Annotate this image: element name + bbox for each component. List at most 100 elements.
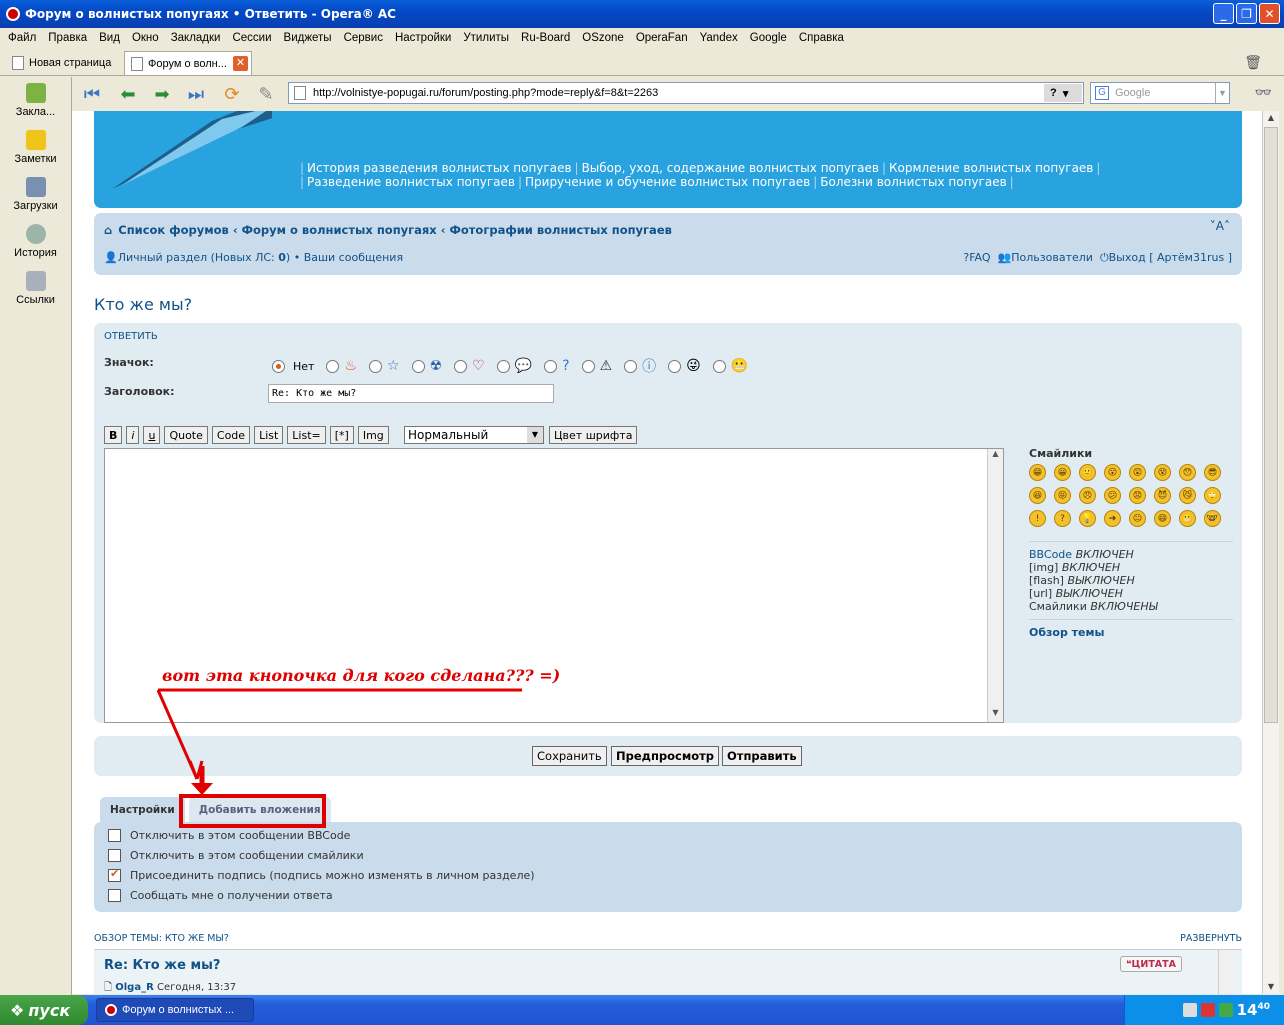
menu-item[interactable]: Утилиты xyxy=(457,32,515,44)
smiley-icon[interactable]: ! xyxy=(1029,510,1046,527)
smiley-icon[interactable]: 😠 xyxy=(1079,487,1096,504)
textarea-scrollbar[interactable]: ▲ ▼ xyxy=(987,449,1003,722)
tray-icon[interactable] xyxy=(1182,1003,1197,1017)
menu-item[interactable]: Вид xyxy=(93,32,126,44)
reload-icon[interactable]: ⟳ xyxy=(220,83,244,105)
radio-button[interactable] xyxy=(272,359,285,373)
glasses-icon[interactable]: 👓 xyxy=(1255,85,1272,101)
header-link[interactable]: Разведение волнистых попугаев xyxy=(307,175,515,189)
sidebar-item-history[interactable]: История xyxy=(0,224,71,265)
icon-option-grin[interactable]: 😬 xyxy=(712,358,748,374)
checkbox[interactable] xyxy=(108,867,121,882)
smiley-icon[interactable]: 🙂 xyxy=(1079,464,1096,481)
quote-button[interactable]: ❝ЦИТАТА xyxy=(1119,956,1182,972)
font-size-control[interactable]: ˅A˄ xyxy=(1210,219,1230,233)
icon-option-smile[interactable]: 😜 xyxy=(668,358,701,374)
menu-item[interactable]: OSzone xyxy=(576,32,630,44)
users-link[interactable]: Пользователи xyxy=(1011,251,1093,264)
smiley-icon[interactable]: 💡 xyxy=(1079,510,1096,527)
icon-option-star[interactable]: ☆ xyxy=(369,358,400,374)
taskbar-item-opera[interactable]: Форум о волнистых ... xyxy=(96,998,254,1022)
tab-forum[interactable]: Форум о волн... ✕ xyxy=(124,51,252,75)
close-tab-icon[interactable]: ✕ xyxy=(233,56,248,71)
save-button[interactable]: Сохранить xyxy=(532,746,607,766)
smiley-icon[interactable]: 😬 xyxy=(1179,510,1196,527)
rewind-icon[interactable]: ⏮ xyxy=(80,83,104,105)
smiley-icon[interactable]: 🤓 xyxy=(1204,510,1221,527)
ucp-link[interactable]: Личный раздел (Новых ЛС: 0) xyxy=(118,251,291,264)
option-disable-smilies[interactable]: Отключить в этом сообщении смайлики xyxy=(108,849,364,862)
font-color-button[interactable]: Цвет шрифта xyxy=(549,426,638,444)
img-button[interactable]: Img xyxy=(357,426,389,444)
icon-option-heart[interactable]: ♡ xyxy=(454,358,485,374)
post-author[interactable]: Olga_R xyxy=(115,982,154,993)
smiley-icon[interactable]: 🙄 xyxy=(1204,487,1221,504)
menu-item[interactable]: Google xyxy=(744,32,793,44)
search-field[interactable]: G Google ▼ xyxy=(1090,82,1230,104)
topic-overview-link[interactable]: Обзор темы xyxy=(1029,619,1233,639)
smiley-icon[interactable]: 😈 xyxy=(1154,487,1171,504)
breadcrumb-photos[interactable]: Фотографии волнистых попугаев xyxy=(449,223,671,237)
list-button[interactable]: List xyxy=(254,426,284,444)
smiley-icon[interactable]: 😼 xyxy=(1179,487,1196,504)
scroll-up-icon[interactable]: ▲ xyxy=(1263,111,1279,125)
faq-link[interactable]: FAQ xyxy=(969,251,990,264)
smiley-icon[interactable]: ➜ xyxy=(1104,510,1121,527)
sidebar-item-downloads[interactable]: Загрузки xyxy=(0,177,71,218)
icon-option-fire[interactable]: ♨ xyxy=(326,358,357,374)
italic-button[interactable]: i xyxy=(126,426,140,444)
smiley-icon[interactable]: 😁 xyxy=(1029,464,1046,481)
tab-settings[interactable]: Настройки xyxy=(100,797,185,823)
smiley-icon[interactable]: 😆 xyxy=(1029,487,1046,504)
menu-item[interactable]: Настройки xyxy=(389,32,457,44)
smiley-icon[interactable]: 😵 xyxy=(1154,464,1171,481)
header-link[interactable]: Кормление волнистых попугаев xyxy=(889,161,1093,175)
icon-option-warning[interactable]: ⚠ xyxy=(581,358,612,374)
icon-option-speech[interactable]: 💬 xyxy=(496,358,532,374)
header-link[interactable]: Болезни волнистых попугаев xyxy=(820,175,1006,189)
scroll-thumb[interactable] xyxy=(1264,127,1278,723)
edit-icon[interactable]: ✎ xyxy=(254,83,278,105)
icon-option-question[interactable]: ? xyxy=(544,358,570,374)
minimize-button[interactable]: _ xyxy=(1213,3,1234,24)
menu-item[interactable]: Yandex xyxy=(694,32,744,44)
underline-button[interactable]: u xyxy=(143,426,161,444)
checkbox[interactable] xyxy=(108,849,121,862)
chevron-down-icon[interactable]: ▼ xyxy=(1215,83,1229,103)
font-size-select[interactable]: Нормальный ▼ xyxy=(404,426,544,444)
option-attach-signature[interactable]: Присоединить подпись (подпись можно изме… xyxy=(108,867,535,882)
smiley-icon[interactable]: 😮 xyxy=(1104,464,1121,481)
smiley-icon[interactable]: 😟 xyxy=(1129,487,1146,504)
smiley-icon[interactable]: 😕 xyxy=(1104,487,1121,504)
menu-item[interactable]: Закладки xyxy=(165,32,227,44)
list-item-button[interactable]: [*] xyxy=(329,426,354,444)
address-bar[interactable]: http://volnistye-popugai.ru/forum/postin… xyxy=(288,82,1084,104)
my-posts-link[interactable]: Ваши сообщения xyxy=(304,251,403,264)
logout-link[interactable]: Выход [ Артём31rus ] xyxy=(1109,251,1232,264)
smiley-icon[interactable]: 😎 xyxy=(1204,464,1221,481)
ordered-list-button[interactable]: List= xyxy=(287,426,326,444)
smiley-icon[interactable]: 😐 xyxy=(1129,510,1146,527)
forward-icon[interactable]: ➡ xyxy=(150,83,174,105)
menu-item[interactable]: OperaFan xyxy=(630,32,694,44)
scroll-up-icon[interactable]: ▲ xyxy=(988,449,1003,463)
help-icon[interactable]: ? ▾ xyxy=(1044,84,1082,102)
bbcode-link[interactable]: BBCode xyxy=(1029,548,1072,561)
header-link[interactable]: Приручение и обучение волнистых попугаев xyxy=(525,175,810,189)
sidebar-item-notes[interactable]: Заметки xyxy=(0,130,71,171)
smiley-icon[interactable]: 😝 xyxy=(1054,487,1071,504)
menu-item[interactable]: Сервис xyxy=(338,32,389,44)
icon-option-info[interactable]: ⓘ xyxy=(624,356,656,376)
sidebar-item-links[interactable]: Ссылки xyxy=(0,271,71,312)
quote-button[interactable]: Quote xyxy=(164,426,208,444)
smiley-icon[interactable]: ? xyxy=(1054,510,1071,527)
menu-item[interactable]: Сессии xyxy=(226,32,277,44)
scroll-down-icon[interactable]: ▼ xyxy=(988,708,1003,722)
checkbox[interactable] xyxy=(108,889,121,902)
checkbox[interactable] xyxy=(108,829,121,842)
smiley-icon[interactable]: 😯 xyxy=(1179,464,1196,481)
option-notify[interactable]: Сообщать мне о получении ответа xyxy=(108,889,333,902)
smiley-icon[interactable]: 😀 xyxy=(1054,464,1071,481)
menu-item[interactable]: Справка xyxy=(793,32,850,44)
menu-item[interactable]: Файл xyxy=(2,32,42,44)
